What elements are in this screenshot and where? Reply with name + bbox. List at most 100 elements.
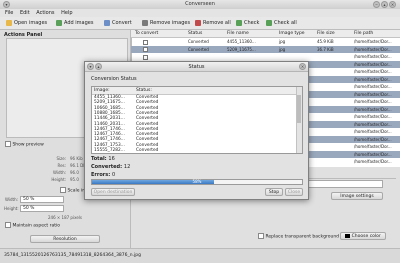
menu-edit[interactable]: Edit [20,9,30,17]
maximize-icon[interactable]: ▴ [381,1,388,8]
close-button[interactable]: Close [285,188,303,196]
table-cell: /home/faster/Dor... [354,106,392,112]
statusbar: 35784_1315520126763135_78491318_8264364_… [0,248,400,263]
choose-color-button[interactable]: Choose color [340,232,386,240]
remove-icon [142,20,148,26]
check-all-icon [266,20,272,26]
dialog-heading: Conversion Status [91,76,137,82]
table-cell: /home/faster/Dor... [354,91,392,97]
height-field[interactable]: 50 % [20,205,64,212]
toolbar: Open images Add images Convert Remove im… [0,17,400,30]
total-label: Total: [91,156,107,162]
open-destination-button[interactable]: Open destination [91,188,135,196]
table-cell: /home/faster/Dor... [354,46,392,52]
total-row: Total: 16 [91,156,115,162]
check-button[interactable]: Check [236,19,259,27]
table-row[interactable]: Converted 5209_11675... jpg 36.7 KiB/home/f… [131,45,400,53]
col-to-convert[interactable]: To convert [135,31,158,36]
dialog-close-icon[interactable]: × [299,63,306,70]
row-checkbox-icon[interactable] [143,54,148,60]
remove-all-icon [195,20,201,26]
convert-label: Convert [112,20,132,26]
col-file-size[interactable]: File size [317,31,335,36]
row-checkbox-icon[interactable] [143,47,148,52]
aspect-ratio-label: Maintain aspect ratio [12,223,61,229]
height-info-label: Height: [51,177,66,182]
table-cell: /home/faster/Dor... [354,159,392,164]
total-value: 16 [108,156,115,162]
table-cell: /home/faster/Dor... [354,114,392,119]
checkbox-icon [5,141,11,147]
file-table-header: To convert Status File name Image type F… [131,30,400,38]
dialog-titlebar: ▾ ▴ Status × [85,62,308,72]
table-cell: /home/faster/Dor... [354,136,392,142]
menu-help[interactable]: Help [61,9,72,17]
check-all-button[interactable]: Check all [266,19,297,27]
remove-images-label: Remove images [150,20,191,26]
scrollbar-thumb[interactable] [297,95,301,123]
open-images-button[interactable]: Open images [6,19,47,27]
col-status[interactable]: Status [188,31,202,36]
minimize-icon[interactable]: ‒ [373,1,380,8]
status-item-image: 15555_7282... [94,148,125,153]
convert-button[interactable]: Convert [104,19,132,27]
show-preview-checkbox[interactable]: Show preview [5,141,44,148]
col-file-name[interactable]: File name [227,31,249,36]
table-cell: /home/faster/Dor... [354,121,392,127]
stop-button[interactable]: Stop [265,188,283,196]
table-cell: /home/faster/Dor... [354,151,392,157]
close-icon[interactable]: × [389,1,396,8]
table-row[interactable]: Converted 4455_11360... jpg 45.9 KiB/home/f… [131,38,400,45]
converted-row: Converted: 12 [91,164,130,170]
remove-all-button[interactable]: Remove all [195,19,231,27]
show-preview-label: Show preview [12,142,44,148]
table-cell: jpg [279,46,286,52]
status-list-item[interactable]: 15555_7282... Converted [92,148,296,153]
table-cell: 45.9 KiB [317,39,334,44]
remove-all-label: Remove all [203,20,231,26]
col-image-type[interactable]: Image type [279,31,305,36]
window-title: Converseen [185,1,215,7]
menu-file[interactable]: File [5,9,13,17]
progress-text: 58% [192,179,202,184]
col-status[interactable]: Status: [136,88,152,93]
status-list-scrollbar[interactable] [296,87,302,153]
resolution-button[interactable]: Resolution [30,235,100,243]
table-cell: 36.7 KiB [317,46,334,52]
table-cell: /home/faster/Dor... [354,99,392,104]
add-images-button[interactable]: Add images [56,19,93,27]
status-dialog: ▾ ▴ Status × Conversion Status Image: St… [84,61,309,200]
status-list-header: Image: Status: [92,87,302,95]
check-all-label: Check all [274,20,297,26]
folder-icon [6,20,12,26]
table-row[interactable]: /home/faster/Dor... [131,53,400,60]
status-text: 35784_1315520126763135_78491318_8264364_… [4,253,142,258]
add-images-label: Add images [64,20,94,26]
table-cell: /home/faster/Dor... [354,144,392,149]
table-cell: jpg [279,39,286,44]
table-cell: /home/faster/Dor... [354,84,392,89]
col-image[interactable]: Image: [94,88,110,93]
choose-color-label: Choose color [351,234,381,239]
conversion-progress-bar: 58% [91,179,303,185]
remove-images-button[interactable]: Remove images [142,19,190,27]
res-label: Res: [57,163,67,168]
menu-actions[interactable]: Actions [36,9,54,17]
open-images-label: Open images [14,20,48,26]
aspect-ratio-checkbox[interactable]: Maintain aspect ratio [5,222,60,229]
errors-value: 0 [111,172,116,178]
check-label: Check [244,20,260,26]
table-cell: /home/faster/Dor... [354,54,392,59]
row-checkbox-icon[interactable] [143,39,148,45]
menubar: File Edit Actions Help [0,9,400,17]
dimensions-text: 246 × 187 pixels [48,215,82,220]
replace-bg-label: Replace transparent background [265,234,340,240]
width-field[interactable]: 50 % [20,196,64,203]
checkbox-icon [258,233,264,239]
table-cell: /home/faster/Dor... [354,61,392,67]
col-file-path[interactable]: File path [354,31,373,36]
replace-bg-checkbox[interactable]: Replace transparent background [258,233,339,240]
height-field-label: Height: [4,206,19,211]
image-settings-button[interactable]: Image settings [331,192,383,200]
table-cell: 4455_11360... [227,39,256,44]
